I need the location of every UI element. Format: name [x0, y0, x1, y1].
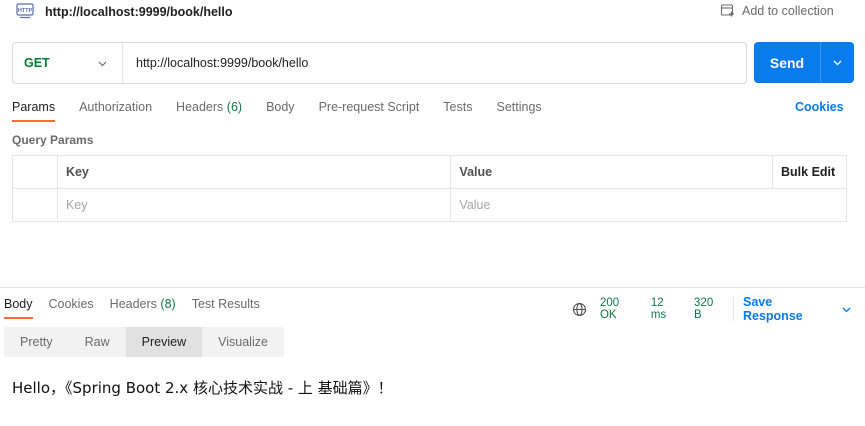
- tab-label: Body: [4, 297, 33, 311]
- tab-label: Tests: [443, 100, 473, 114]
- response-status-bar: 200 OK 12 ms 320 B Save Response: [572, 295, 865, 323]
- table-header-row: Key Value Bulk Edit: [12, 155, 847, 189]
- tab-pre-request-script[interactable]: Pre-request Script: [319, 96, 420, 122]
- method-label: GET: [24, 56, 50, 70]
- view-mode-preview[interactable]: Preview: [125, 327, 203, 357]
- tab-label: Headers: [176, 100, 224, 114]
- query-params-table: Key Value Bulk Edit Key Value: [12, 155, 847, 222]
- checkbox-column-header: [12, 155, 58, 189]
- tab-label: Body: [266, 100, 295, 114]
- request-name: http://localhost:9999/book/hello: [45, 5, 233, 19]
- tab-count: (8): [160, 297, 176, 311]
- response-tabs: Body Cookies Headers (8) Test Results: [4, 293, 276, 321]
- view-mode-pretty[interactable]: Pretty: [4, 327, 69, 357]
- url-input[interactable]: [123, 43, 746, 83]
- method-select[interactable]: GET: [13, 43, 123, 83]
- tab-label: Test Results: [191, 297, 260, 311]
- http-request-icon: HTTP: [16, 3, 34, 19]
- tab-headers[interactable]: Headers (6): [176, 96, 242, 122]
- tab-label: Authorization: [79, 100, 153, 114]
- row-checkbox-cell: [12, 188, 58, 222]
- response-tab-body[interactable]: Body: [4, 293, 33, 319]
- globe-icon[interactable]: [572, 302, 587, 317]
- tab-label: Pre-request Script: [318, 100, 420, 114]
- response-time[interactable]: 12 ms: [651, 297, 682, 321]
- cookies-link[interactable]: Cookies: [795, 100, 844, 114]
- status-code[interactable]: 200 OK: [600, 297, 639, 321]
- tab-label: Settings: [496, 100, 542, 114]
- send-button-group: Send: [754, 42, 854, 83]
- response-tab-headers[interactable]: Headers (8): [110, 293, 176, 319]
- request-title-bar: HTTP http://localhost:9999/book/hello Ad…: [0, 0, 865, 26]
- key-input[interactable]: Key: [56, 188, 452, 222]
- chevron-down-icon: [842, 307, 851, 312]
- view-mode-visualize[interactable]: Visualize: [202, 327, 284, 357]
- tab-label: Headers: [109, 297, 157, 311]
- bulk-edit-button[interactable]: Bulk Edit: [772, 155, 847, 189]
- value-column-header: Value: [450, 155, 774, 189]
- chevron-down-icon: [833, 60, 842, 66]
- response-tab-test-results[interactable]: Test Results: [192, 293, 260, 319]
- tab-body[interactable]: Body: [266, 96, 295, 122]
- http-icon-text: HTTP: [18, 8, 33, 14]
- tab-count: (6): [226, 100, 243, 114]
- response-tab-cookies[interactable]: Cookies: [49, 293, 94, 319]
- add-to-collection-label: Add to collection: [742, 3, 834, 18]
- view-mode-selector: Pretty Raw Preview Visualize: [4, 327, 284, 357]
- tab-tests[interactable]: Tests: [443, 96, 472, 122]
- value-input[interactable]: Value: [450, 188, 847, 222]
- response-preview-body: Hello，《Spring Boot 2.x 核心技术实战 - 上 基础篇》！: [12, 379, 393, 397]
- request-bar: GET: [12, 42, 747, 84]
- save-response-button[interactable]: Save Response: [743, 295, 865, 323]
- save-response-label: Save Response: [742, 295, 803, 323]
- tab-label: Cookies: [48, 297, 94, 311]
- chevron-down-icon: [98, 61, 107, 66]
- pane-divider[interactable]: [0, 287, 865, 288]
- response-size[interactable]: 320 B: [694, 297, 734, 321]
- tab-authorization[interactable]: Authorization: [79, 96, 152, 122]
- send-button[interactable]: Send: [754, 42, 821, 83]
- add-to-collection-button[interactable]: Add to collection: [720, 3, 834, 18]
- request-tabs: Params Authorization Headers (6) Body Pr…: [12, 96, 566, 124]
- key-column-header: Key: [56, 155, 452, 189]
- tab-label: Params: [12, 100, 56, 114]
- tab-settings[interactable]: Settings: [496, 96, 541, 122]
- query-params-heading: Query Params: [12, 133, 94, 147]
- table-row: Key Value: [12, 188, 847, 222]
- view-mode-raw[interactable]: Raw: [69, 327, 126, 357]
- send-options-button[interactable]: [821, 42, 854, 83]
- collection-add-icon: [720, 4, 734, 17]
- tab-params[interactable]: Params: [12, 96, 56, 122]
